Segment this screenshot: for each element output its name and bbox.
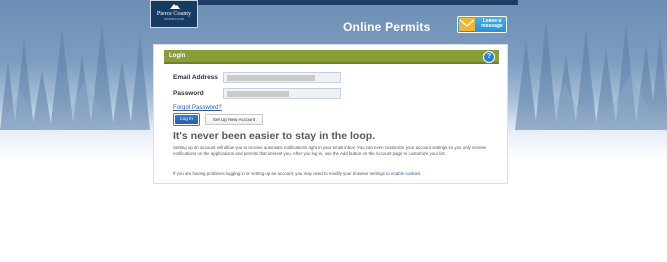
leave-message-button[interactable]: Leave a message	[457, 16, 507, 33]
help-icon[interactable]: ?	[483, 51, 495, 63]
promo-paragraph: Setting up an account will allow you to …	[173, 145, 487, 156]
login-button[interactable]: Log In	[175, 115, 198, 124]
envelope-icon	[459, 18, 475, 31]
email-value-redacted	[227, 75, 315, 81]
email-field[interactable]	[223, 72, 341, 83]
cookie-text-suffix: .	[420, 171, 422, 176]
email-label: Email Address	[173, 74, 218, 81]
password-value-redacted	[227, 91, 289, 97]
enable-cookies-link[interactable]: enable cookies	[391, 171, 420, 176]
login-panel-title: Login	[169, 53, 186, 59]
login-button-highlight[interactable]: Log In	[173, 113, 200, 126]
cookie-text-prefix: If you are having problems logging in or…	[173, 171, 391, 176]
promo-headline: It's never been easier to stay in the lo…	[173, 130, 376, 142]
logo-subtext: WASHINGTON	[164, 17, 184, 21]
login-panel: Login ? Email Address Password Forgot Pa…	[153, 44, 508, 184]
pierce-county-logo[interactable]: Pierce County WASHINGTON	[150, 0, 198, 28]
top-navigation-bar	[150, 0, 518, 5]
forgot-password-link[interactable]: Forgot Password?	[173, 105, 222, 111]
leave-message-label: Leave a message	[481, 18, 503, 29]
app-title: Online Permits	[343, 20, 431, 34]
setup-account-button[interactable]: Set Up New Account	[205, 114, 263, 125]
password-field[interactable]	[223, 88, 341, 99]
cookie-paragraph: If you are having problems logging in or…	[173, 171, 495, 177]
login-panel-header: Login ?	[164, 50, 499, 64]
mountain-icon	[170, 4, 180, 9]
password-label: Password	[173, 90, 204, 97]
